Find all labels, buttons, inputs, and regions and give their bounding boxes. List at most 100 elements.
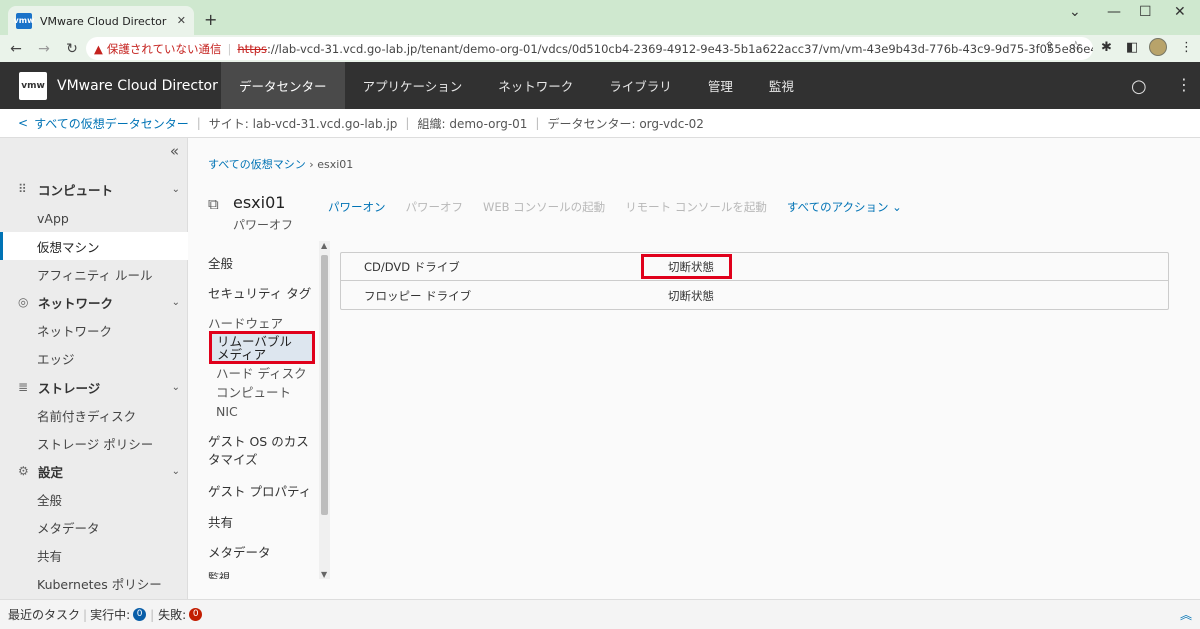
table-row: CD/DVD ドライブ 切断状態 <box>341 253 1168 281</box>
vmnav-sharing[interactable]: 共有 <box>208 514 318 532</box>
table-row: フロッピー ドライブ 切断状態 <box>341 282 1168 310</box>
extensions-icon[interactable]: ✱ <box>1101 40 1112 55</box>
sidebar-item-general[interactable]: 全般 <box>0 485 188 513</box>
all-actions-button[interactable]: すべてのアクション ⌄ <box>787 199 902 215</box>
close-window-icon[interactable]: ✕ <box>1174 4 1186 20</box>
nav-libraries[interactable]: ライブラリ <box>591 62 690 109</box>
vmnav-general[interactable]: 全般 <box>208 255 318 273</box>
more-icon[interactable]: ⋮ <box>1176 75 1192 94</box>
browser-tab[interactable]: vmw VMware Cloud Director - 仮想マ ✕ <box>8 6 194 35</box>
sidebar-item-affinity[interactable]: アフィニティ ルール <box>0 260 188 288</box>
vmnav-nic[interactable]: NIC <box>216 403 238 421</box>
nav-applications[interactable]: アプリケーション <box>345 62 481 109</box>
network-icon: ◎ <box>18 295 29 309</box>
vmnav-removable-media[interactable]: リムーバブル メディア <box>209 331 315 364</box>
scroll-down-icon[interactable]: ▼ <box>321 570 327 579</box>
sidebar-item-named-disks[interactable]: 名前付きディスク <box>0 401 188 429</box>
chevron-left-icon[interactable]: < <box>18 116 28 130</box>
gear-icon: ⚙ <box>18 464 29 478</box>
scrollbar[interactable]: ▲ ▼ <box>319 241 330 579</box>
sidebar-item-networks[interactable]: ネットワーク <box>0 316 188 344</box>
chevron-down-icon[interactable]: ⌄ <box>172 382 180 393</box>
running-count-badge: 0 <box>133 608 147 621</box>
nav-datacenter[interactable]: データセンター <box>221 62 345 109</box>
share-icon[interactable]: ⇪ <box>1044 40 1055 55</box>
media-state: 切断状態 <box>668 259 714 274</box>
avatar[interactable] <box>1149 38 1167 56</box>
sidebar-section-settings[interactable]: ⚙ 設定 ⌄ <box>0 457 188 485</box>
search-icon[interactable]: ○ <box>1131 76 1147 97</box>
sidebar-item-edges[interactable]: エッジ <box>0 344 188 372</box>
minimize-icon[interactable]: — <box>1107 4 1121 20</box>
action-bar: パワーオン パワーオフ WEB コンソールの起動 リモート コンソールを起動 す… <box>328 199 902 215</box>
scroll-up-icon[interactable]: ▲ <box>321 241 327 250</box>
chevron-down-icon[interactable]: ⌄ <box>172 466 180 477</box>
breadcrumb-all-vms-link[interactable]: すべての仮想マシン <box>208 158 306 171</box>
vmnav-hard-disks[interactable]: ハード ディスク <box>216 365 307 383</box>
close-icon[interactable]: ✕ <box>177 14 186 27</box>
remote-console-button[interactable]: リモート コンソールを起動 <box>625 199 767 215</box>
removable-media-table: CD/DVD ドライブ 切断状態 フロッピー ドライブ 切断状態 <box>340 252 1169 310</box>
collapse-icon[interactable]: « <box>170 142 179 160</box>
vmnav-security-tags[interactable]: セキュリティ タグ <box>208 285 318 303</box>
context-bar: < すべての仮想データセンター | サイト: lab-vcd-31.vcd.go… <box>0 109 1200 138</box>
failed-label: 失敗: <box>158 608 187 622</box>
sidebar-item-metadata[interactable]: メタデータ <box>0 513 188 541</box>
reload-icon[interactable]: ↻ <box>60 41 84 57</box>
nav-administration[interactable]: 管理 <box>690 62 751 109</box>
running-label: 実行中: <box>90 608 131 622</box>
divider: | <box>405 116 410 130</box>
maximize-icon[interactable]: ☐ <box>1139 4 1152 20</box>
vmnav-guest-os[interactable]: ゲスト OS のカスタマイズ <box>208 433 318 469</box>
power-on-button[interactable]: パワーオン <box>328 199 386 215</box>
address-bar-row: ← → ↻ ▲ 保護されていない通信 | https ://lab-vcd-31… <box>0 35 1200 62</box>
chevron-down-icon[interactable]: ⌄ <box>172 297 180 308</box>
new-tab-icon[interactable]: + <box>204 10 217 29</box>
power-off-button[interactable]: パワーオフ <box>406 199 464 215</box>
sidebar-section-storage[interactable]: ≣ ストレージ ⌄ <box>0 373 188 401</box>
url-input[interactable]: ▲ 保護されていない通信 | https ://lab-vcd-31.vcd.g… <box>86 37 1093 60</box>
sidebar-item-vapp[interactable]: vApp <box>0 204 188 232</box>
vm-icon: ⧉ <box>208 195 219 213</box>
chevron-down-icon: ⌄ <box>892 200 902 214</box>
media-state: 切断状態 <box>668 289 714 303</box>
menu-icon[interactable]: ⋮ <box>1180 40 1193 55</box>
breadcrumb: すべての仮想マシン › esxi01 <box>208 156 353 172</box>
nav-networking[interactable]: ネットワーク <box>480 62 591 109</box>
sidebar-item-k8s-policies[interactable]: Kubernetes ポリシー <box>0 569 188 597</box>
expand-panel-icon[interactable]: ︽ <box>1180 606 1192 623</box>
vmnav-compute[interactable]: コンピュート <box>216 384 291 402</box>
divider: | <box>196 116 201 130</box>
sidebar-section-compute[interactable]: ⠿ コンピュート ⌄ <box>0 175 188 203</box>
sidebar-item-storage-policies[interactable]: ストレージ ポリシー <box>0 429 188 457</box>
browser-tab-strip: vmw VMware Cloud Director - 仮想マ ✕ + ⌄ — … <box>0 0 1200 35</box>
back-to-vdcs-link[interactable]: すべての仮想データセンター <box>34 115 189 132</box>
vmnav-metadata[interactable]: メタデータ <box>208 544 318 562</box>
all-actions-label: すべてのアクション <box>786 200 889 214</box>
app-name: VMware Cloud Director <box>57 77 218 94</box>
divider: | <box>535 116 540 130</box>
warning-icon[interactable]: ▲ <box>94 42 103 56</box>
nav-monitor[interactable]: 監視 <box>751 62 812 109</box>
insecure-label[interactable]: 保護されていない通信 <box>107 41 222 57</box>
sidebar-item-sharing[interactable]: 共有 <box>0 541 188 569</box>
back-icon[interactable]: ← <box>4 41 28 57</box>
recent-tasks-label[interactable]: 最近のタスク <box>8 606 80 623</box>
chevron-down-icon[interactable]: ⌄ <box>172 184 180 195</box>
app-header: vmw VMware Cloud Director データセンター アプリケーシ… <box>0 62 1200 109</box>
org-label: 組織: demo-org-01 <box>417 116 528 131</box>
vmnav-guest-properties[interactable]: ゲスト プロパティ <box>208 483 318 501</box>
vm-power-state: パワーオフ <box>233 218 294 232</box>
web-console-button[interactable]: WEB コンソールの起動 <box>483 199 605 215</box>
grid-icon: ⠿ <box>18 182 27 196</box>
vmw-favicon-icon: vmw <box>14 12 34 29</box>
chevron-down-icon[interactable]: ⌄ <box>1069 4 1081 20</box>
sidebar-item-vms[interactable]: 仮想マシン <box>0 232 188 260</box>
sidebar-section-networking[interactable]: ◎ ネットワーク ⌄ <box>0 288 188 316</box>
datacenter-label: データセンター: org-vdc-02 <box>547 116 704 131</box>
scrollbar-thumb[interactable] <box>321 255 328 515</box>
vmnav-monitor[interactable]: 監視 <box>208 572 318 579</box>
sidepanel-icon[interactable]: ◧ <box>1126 40 1138 55</box>
forward-icon[interactable]: → <box>32 41 56 57</box>
star-icon[interactable]: ☆ <box>1070 39 1082 54</box>
